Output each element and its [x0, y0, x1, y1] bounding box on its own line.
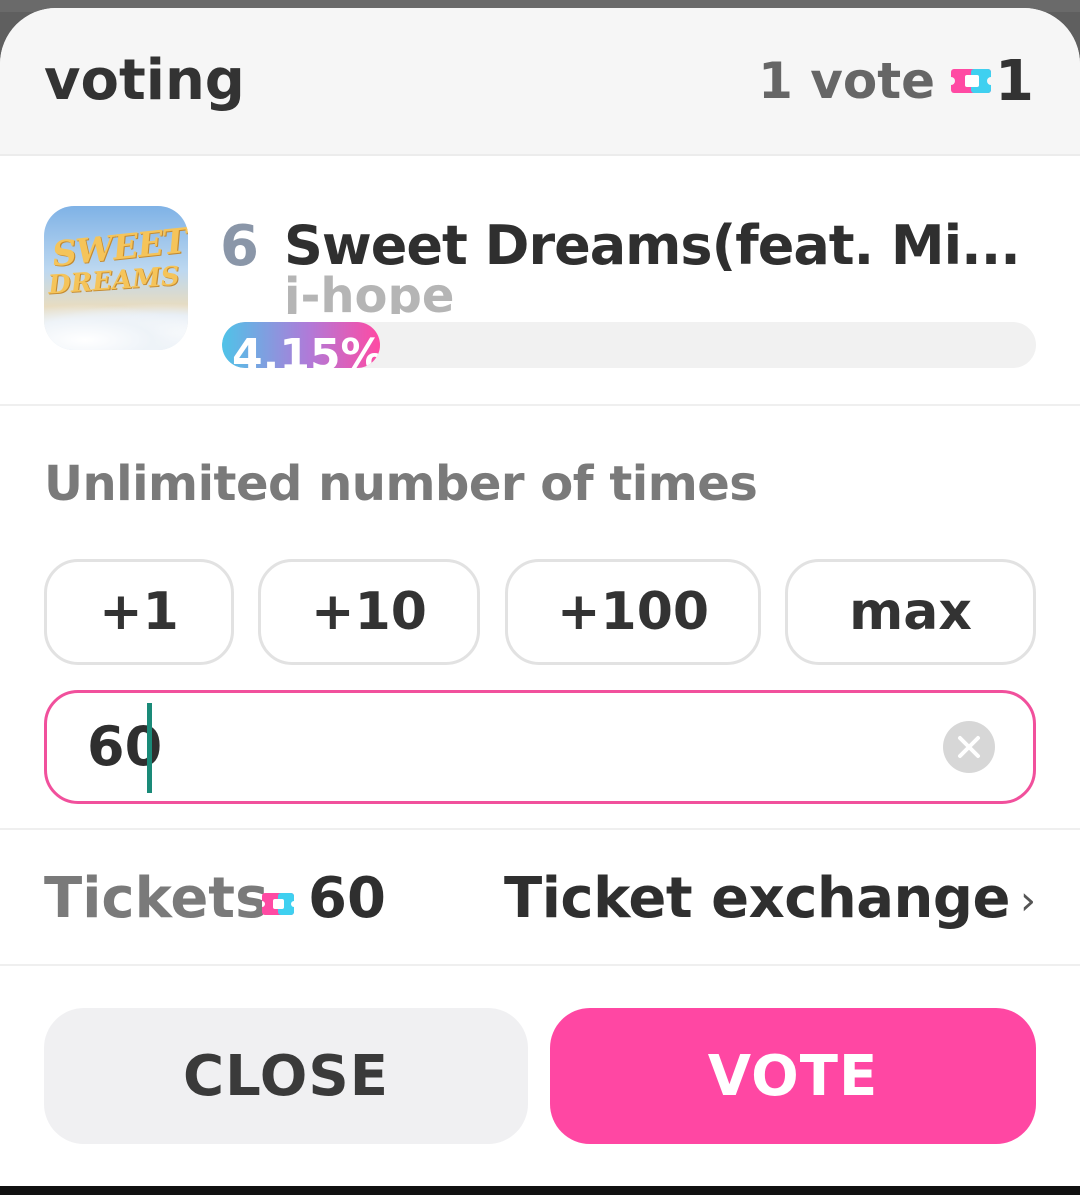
vote-share-fill: 4.15% — [222, 322, 380, 368]
tickets-row: Tickets 60 Ticket exchange › — [0, 830, 1080, 964]
song-info: SWEET DREAMS 6 Sweet Dreams(feat. Mi... … — [0, 156, 1080, 406]
album-cloud-decoration — [44, 304, 188, 350]
ticket-icon — [951, 67, 992, 95]
vote-limit-text: Unlimited number of times — [44, 456, 758, 512]
vote-cost-value: 1 — [995, 48, 1034, 114]
ticket-icon — [259, 892, 297, 920]
add-100-button[interactable]: +100 — [505, 559, 761, 665]
clear-icon[interactable] — [943, 721, 995, 773]
max-button[interactable]: max — [785, 559, 1036, 665]
add-10-button[interactable]: +10 — [258, 559, 480, 665]
close-button[interactable]: CLOSE — [44, 1008, 528, 1144]
vote-unit-label: 1 vote — [758, 52, 936, 110]
vote-button[interactable]: VOTE — [550, 1008, 1036, 1144]
ticket-exchange-link[interactable]: Ticket exchange — [504, 866, 1010, 931]
sheet-title: voting — [44, 48, 245, 113]
chevron-right-icon[interactable]: › — [1020, 878, 1036, 924]
add-1-button[interactable]: +1 — [44, 559, 234, 665]
vote-share-bar: 4.15% — [222, 322, 1036, 368]
album-art: SWEET DREAMS — [44, 206, 188, 350]
song-artist: j-hope — [284, 268, 455, 314]
divider — [0, 964, 1080, 966]
tickets-balance: 60 — [308, 866, 386, 931]
text-caret — [147, 703, 152, 793]
tickets-label: Tickets — [44, 866, 269, 931]
navigation-bar-edge — [0, 1186, 1080, 1195]
voting-sheet: voting 1 vote 1 SWEET DREAMS 6 Sweet Dre… — [0, 8, 1080, 1186]
sheet-header: voting 1 vote 1 — [0, 8, 1080, 156]
song-rank: 6 — [220, 214, 259, 279]
vote-cost-indicator: 1 vote 1 — [758, 48, 1034, 114]
vote-share-label: 4.15% — [232, 330, 380, 368]
vote-amount-input[interactable]: 60 — [44, 690, 1036, 804]
